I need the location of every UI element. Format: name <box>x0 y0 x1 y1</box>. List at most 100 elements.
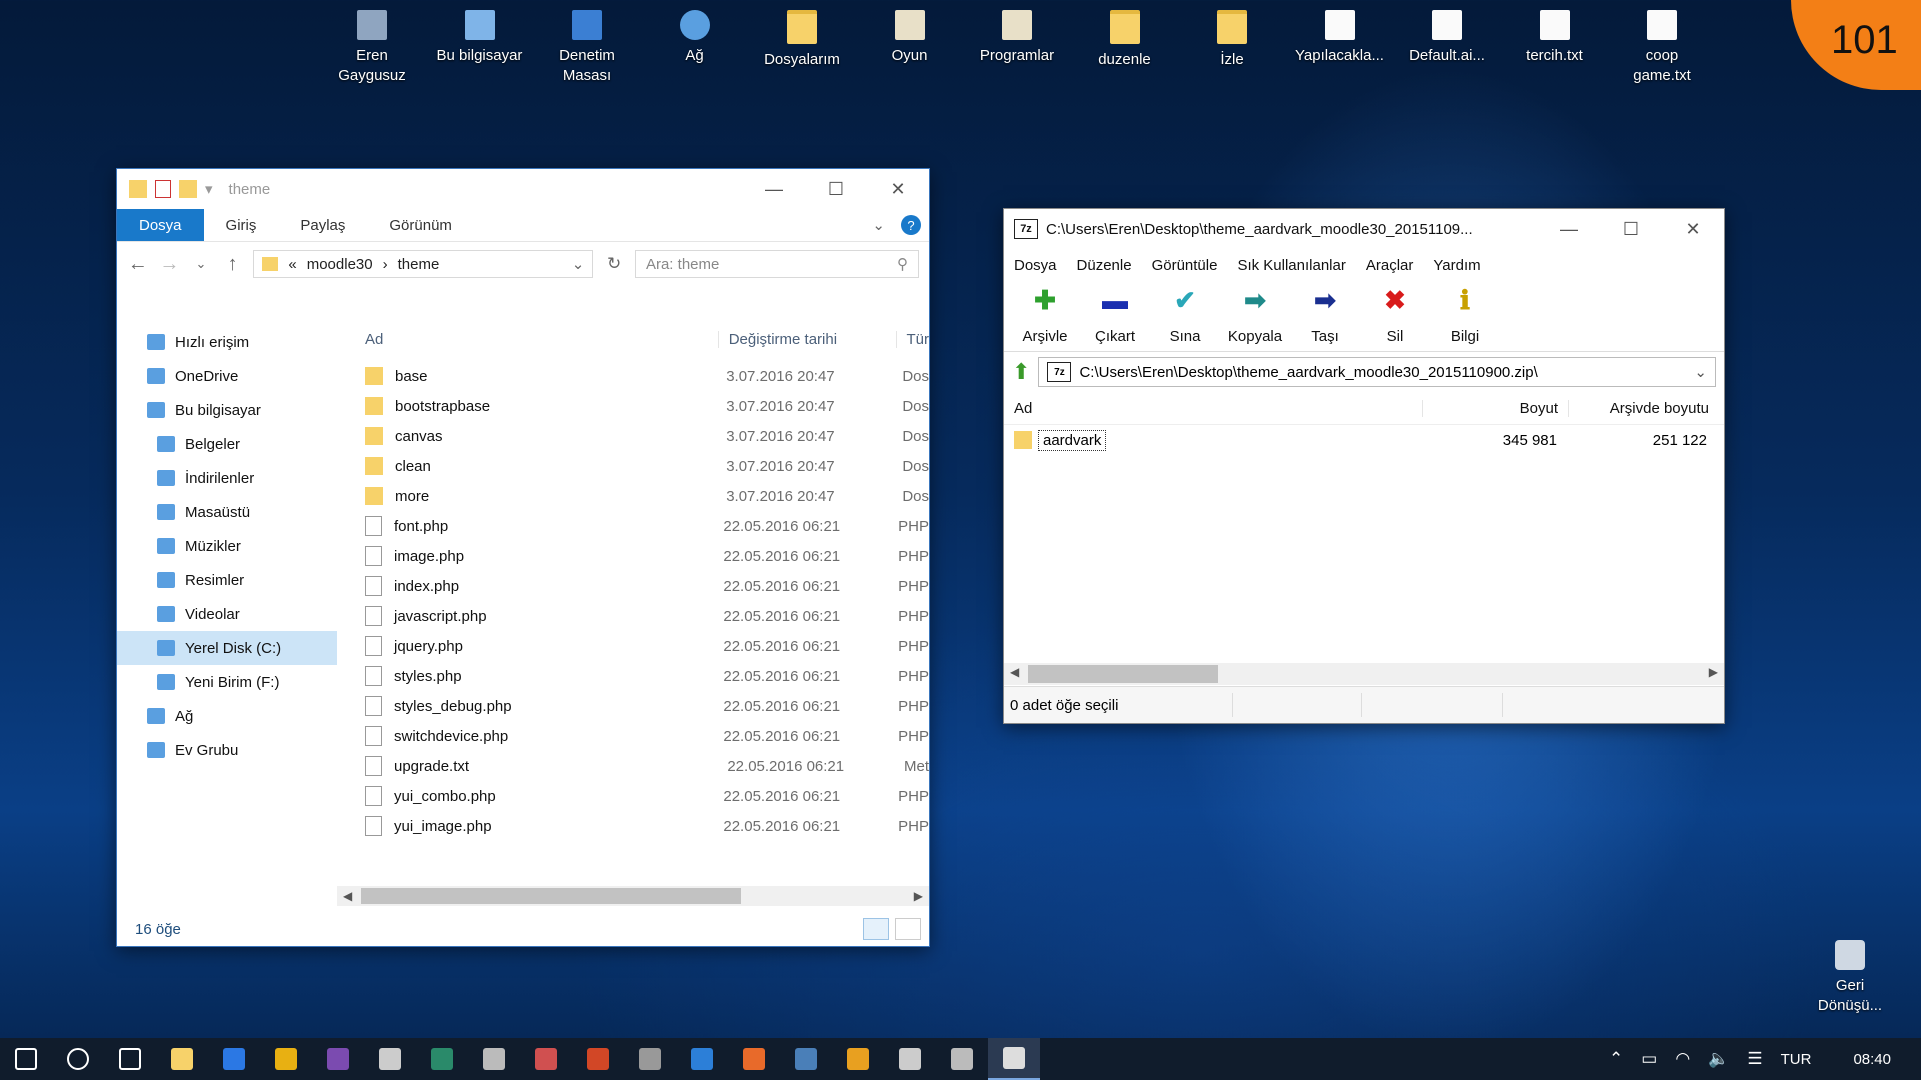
up-button[interactable]: ↑ <box>222 253 244 276</box>
file-row[interactable]: canvas 3.07.2016 20:47 Dos <box>337 421 929 451</box>
properties-icon[interactable] <box>155 180 171 198</box>
desktop-icon-8[interactable]: İzle <box>1182 0 1282 70</box>
file-explorer-icon[interactable] <box>156 1038 208 1080</box>
desktop-icon-3[interactable]: Ağ <box>645 0 745 66</box>
search-input[interactable]: Ara: theme ⚲ <box>634 250 919 278</box>
steam-icon[interactable] <box>780 1038 832 1080</box>
file-row[interactable]: base 3.07.2016 20:47 Dos <box>337 361 929 391</box>
app-icon[interactable] <box>728 1038 780 1080</box>
zip-row[interactable]: aardvark 345 981 251 122 <box>1004 425 1724 455</box>
breadcrumb-moodle30[interactable]: moodle30 <box>307 256 373 273</box>
file-row[interactable]: styles_debug.php 22.05.2016 06:21 PHP <box>337 691 929 721</box>
scroll-right-icon[interactable]: ▶ <box>1709 665 1718 679</box>
file-row[interactable]: switchdevice.php 22.05.2016 06:21 PHP <box>337 721 929 751</box>
recycle-bin[interactable]: Geri Dönüşü... <box>1800 930 1900 1016</box>
maximize-button[interactable]: ☐ <box>805 169 867 209</box>
zip-tool-button[interactable]: ➡ Kopyala <box>1220 285 1290 351</box>
help-icon[interactable]: ? <box>901 215 921 235</box>
wifi-icon[interactable]: ◠ <box>1675 1049 1690 1069</box>
file-row[interactable]: jquery.php 22.05.2016 06:21 PHP <box>337 631 929 661</box>
path-dropdown-icon[interactable]: ⌄ <box>1694 363 1707 381</box>
expand-ribbon-icon[interactable]: ⌄ <box>872 216 885 234</box>
notifications-icon[interactable]: ☰ <box>1747 1049 1762 1069</box>
file-row[interactable]: styles.php 22.05.2016 06:21 PHP <box>337 661 929 691</box>
sidebar-item-4[interactable]: İndirilenler <box>117 461 337 495</box>
chevron-up-icon[interactable]: ⌃ <box>1609 1049 1623 1069</box>
zip-horizontal-scrollbar[interactable]: ◀ ▶ <box>1004 663 1724 685</box>
zip-path-field[interactable]: 7z C:\Users\Eren\Desktop\theme_aardvark_… <box>1038 357 1716 387</box>
sidebar-item-6[interactable]: Müzikler <box>117 529 337 563</box>
column-name[interactable]: Ad <box>337 331 718 348</box>
column-date[interactable]: Değiştirme tarihi <box>717 330 896 348</box>
scroll-thumb[interactable] <box>1028 665 1218 683</box>
file-row[interactable]: javascript.php 22.05.2016 06:21 PHP <box>337 601 929 631</box>
details-view-icon[interactable] <box>863 918 889 940</box>
file-row[interactable]: bootstrapbase 3.07.2016 20:47 Dos <box>337 391 929 421</box>
volume-icon[interactable]: 🔈 <box>1708 1049 1729 1069</box>
scroll-right-icon[interactable]: ▶ <box>914 889 923 903</box>
sidebar-item-8[interactable]: Videolar <box>117 597 337 631</box>
tab-gorunum[interactable]: Görünüm <box>367 209 474 241</box>
minimize-button[interactable]: — <box>1538 209 1600 249</box>
zip-tool-button[interactable]: ✚ Arşivle <box>1010 285 1080 351</box>
forward-button[interactable]: → <box>159 253 181 276</box>
app2-icon[interactable] <box>832 1038 884 1080</box>
clock-app-icon[interactable] <box>624 1038 676 1080</box>
sidebar-item-7[interactable]: Resimler <box>117 563 337 597</box>
address-dropdown-icon[interactable]: ⌄ <box>572 255 585 273</box>
zip-tool-button[interactable]: ✔ Sına <box>1150 285 1220 351</box>
edge-icon[interactable] <box>208 1038 260 1080</box>
desktop-icon-0[interactable]: Eren Gaygusuz <box>322 0 422 86</box>
sidebar-item-0[interactable]: Hızlı erişim <box>117 325 337 359</box>
desktop-icon-1[interactable]: Bu bilgisayar <box>430 0 530 66</box>
search-icon[interactable] <box>52 1038 104 1080</box>
tab-paylas[interactable]: Paylaş <box>278 209 367 241</box>
horizontal-scrollbar[interactable]: ◀ ▶ <box>337 886 929 906</box>
chrome-icon[interactable] <box>260 1038 312 1080</box>
scroll-left-icon[interactable]: ◀ <box>1010 665 1019 679</box>
new-folder-icon[interactable] <box>179 180 197 198</box>
large-icons-view-icon[interactable] <box>895 918 921 940</box>
game-app-icon[interactable] <box>520 1038 572 1080</box>
seven-zip-window[interactable]: 7z C:\Users\Eren\Desktop\theme_aardvark_… <box>1003 208 1725 724</box>
zip-titlebar[interactable]: 7z C:\Users\Eren\Desktop\theme_aardvark_… <box>1004 209 1724 249</box>
settings-app-icon[interactable] <box>364 1038 416 1080</box>
close-button[interactable]: ✕ <box>1662 209 1724 249</box>
back-button[interactable]: ← <box>127 253 149 276</box>
breadcrumb-overflow[interactable]: « <box>288 256 296 273</box>
zip-menu-item[interactable]: Araçlar <box>1356 257 1424 274</box>
desktop-icon-7[interactable]: duzenle <box>1075 0 1175 70</box>
language-indicator[interactable]: TUR <box>1781 1051 1812 1068</box>
recent-dropdown-icon[interactable]: ⌄ <box>190 256 212 272</box>
sidebar-item-1[interactable]: OneDrive <box>117 359 337 393</box>
zip-tool-button[interactable]: ▬ Çıkart <box>1080 285 1150 351</box>
file-row[interactable]: upgrade.txt 22.05.2016 06:21 Met <box>337 751 929 781</box>
sidebar-item-2[interactable]: Bu bilgisayar <box>117 393 337 427</box>
zip-menu-item[interactable]: Görüntüle <box>1142 257 1228 274</box>
sidebar-item-12[interactable]: Ev Grubu <box>117 733 337 767</box>
zip-column-packed[interactable]: Arşivde boyutu <box>1568 399 1719 417</box>
zip-tool-button[interactable]: ✖ Sil <box>1360 285 1430 351</box>
powerpoint-icon[interactable] <box>572 1038 624 1080</box>
terminal-icon[interactable] <box>416 1038 468 1080</box>
sidebar-item-11[interactable]: Ağ <box>117 699 337 733</box>
breadcrumb-theme[interactable]: theme <box>398 256 440 273</box>
sidebar-item-5[interactable]: Masaüstü <box>117 495 337 529</box>
file-row[interactable]: clean 3.07.2016 20:47 Dos <box>337 451 929 481</box>
desktop-icon-12[interactable]: coop game.txt <box>1612 0 1712 86</box>
zip-menu-item[interactable]: Yardım <box>1423 257 1490 274</box>
file-row[interactable]: yui_image.php 22.05.2016 06:21 PHP <box>337 811 929 841</box>
app3-icon[interactable] <box>884 1038 936 1080</box>
zip-menu-item[interactable]: Düzenle <box>1067 257 1142 274</box>
scroll-left-icon[interactable]: ◀ <box>343 889 352 903</box>
media-icon[interactable] <box>468 1038 520 1080</box>
desktop-icon-6[interactable]: Programlar <box>967 0 1067 66</box>
zip-tool-button[interactable]: ➡ Taşı <box>1290 285 1360 351</box>
file-row[interactable]: image.php 22.05.2016 06:21 PHP <box>337 541 929 571</box>
start-icon[interactable] <box>0 1038 52 1080</box>
sidebar-item-9[interactable]: Yerel Disk (C:) <box>117 631 337 665</box>
file-row[interactable]: index.php 22.05.2016 06:21 PHP <box>337 571 929 601</box>
maximize-button[interactable]: ☐ <box>1600 209 1662 249</box>
clock[interactable]: 08:40 <box>1853 1051 1891 1068</box>
desktop-icon-10[interactable]: Default.ai... <box>1397 0 1497 66</box>
